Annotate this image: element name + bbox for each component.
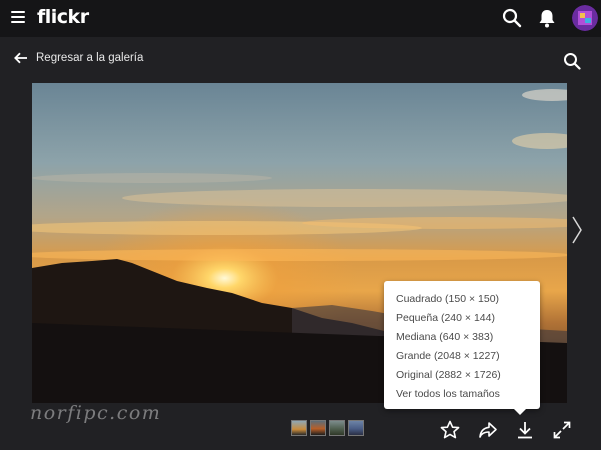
back-to-gallery-link[interactable]: Regresar a la galería: [14, 49, 143, 67]
thumbnail-strip: [291, 420, 364, 436]
next-photo-icon[interactable]: [570, 214, 584, 246]
size-option-medium[interactable]: Mediana (640 × 383): [384, 328, 540, 347]
size-option-large[interactable]: Grande (2048 × 1227): [384, 347, 540, 366]
view-all-sizes-link[interactable]: Ver todos los tamaños: [384, 385, 540, 404]
size-option-square[interactable]: Cuadrado (150 × 150): [384, 290, 540, 309]
arrow-left-icon: [14, 52, 27, 64]
star-icon[interactable]: [440, 420, 460, 440]
thumbnail[interactable]: [291, 420, 307, 436]
avatar[interactable]: [572, 5, 598, 31]
photo-search-icon[interactable]: [563, 52, 581, 70]
menu-icon[interactable]: [11, 11, 25, 24]
download-size-menu: Cuadrado (150 × 150) Pequeña (240 × 144)…: [384, 281, 540, 415]
share-icon[interactable]: [478, 420, 498, 440]
thumbnail[interactable]: [329, 420, 345, 436]
bell-icon[interactable]: [538, 8, 556, 28]
size-option-small[interactable]: Pequeña (240 × 144): [384, 309, 540, 328]
top-bar: flickr: [0, 0, 601, 37]
expand-icon[interactable]: [552, 420, 572, 440]
watermark: norfipc.com: [30, 402, 162, 424]
thumbnail[interactable]: [348, 420, 364, 436]
download-icon[interactable]: [515, 420, 535, 440]
search-icon[interactable]: [502, 8, 522, 28]
flickr-logo[interactable]: flickr: [37, 6, 89, 28]
back-label: Regresar a la galería: [36, 52, 144, 64]
size-option-original[interactable]: Original (2882 × 1726): [384, 366, 540, 385]
thumbnail[interactable]: [310, 420, 326, 436]
